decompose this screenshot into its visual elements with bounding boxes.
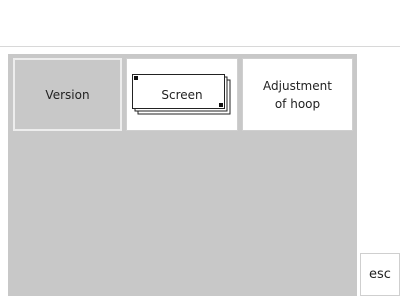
header-divider: [0, 46, 400, 47]
tab-hoop-label: Adjustment of hoop: [263, 78, 332, 111]
tab-version[interactable]: Version: [13, 58, 122, 131]
tab-version-label: Version: [45, 87, 90, 102]
settings-screen: Version Screen Adjustment of hoop esc: [0, 0, 400, 296]
esc-button[interactable]: esc: [360, 253, 400, 296]
tab-adjustment-of-hoop[interactable]: Adjustment of hoop: [242, 58, 353, 131]
tab-screen-label: Screen: [161, 88, 203, 102]
